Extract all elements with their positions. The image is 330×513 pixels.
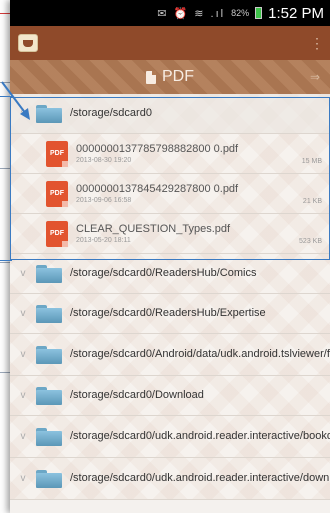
file-row[interactable]: PDF CLEAR_QUESTION_Types.pdf 2013-05-20 … <box>10 214 330 254</box>
chevron-down-icon[interactable]: v <box>10 431 36 442</box>
folder-row[interactable]: v /storage/sdcard0/Android/data/udk.andr… <box>10 334 330 376</box>
folder-icon <box>36 427 62 446</box>
pdf-file-icon: PDF <box>46 140 68 167</box>
chevron-down-icon[interactable]: v <box>10 473 36 484</box>
folder-icon <box>36 469 62 488</box>
folder-path: /storage/sdcard0/udk.android.reader.inte… <box>70 472 330 484</box>
file-date: 2013-08-30 19:20 <box>76 157 132 164</box>
file-name: 0000000137785798882800 0.pdf <box>76 143 239 155</box>
folder-row[interactable]: v /storage/sdcard0/udk.android.reader.in… <box>10 458 330 500</box>
chevron-down-icon[interactable]: v <box>10 308 36 319</box>
folder-icon <box>36 304 62 323</box>
chevron-down-icon[interactable]: v <box>10 390 36 401</box>
folder-icon <box>36 264 62 283</box>
file-date: 2013-09-06 16:58 <box>76 197 132 204</box>
battery-icon <box>255 7 263 19</box>
status-time: 1:52 PM <box>268 4 324 22</box>
status-icons: ✉ ⏰ ≋ .ıl <box>157 7 226 20</box>
background-divider <box>0 372 10 373</box>
folder-row[interactable]: v /storage/sdcard0/Download <box>10 376 330 416</box>
folder-icon <box>36 386 62 405</box>
pdf-file-icon: PDF <box>46 220 68 247</box>
category-bar: PDF ⇒ <box>10 60 330 94</box>
file-date: 2013-05-20 18:11 <box>76 237 131 244</box>
file-size: 15 MB <box>301 158 322 165</box>
folder-path: /storage/sdcard0/Android/data/udk.androi… <box>70 348 330 360</box>
folder-path: /storage/sdcard0/Download <box>70 389 204 401</box>
folder-path: /storage/sdcard0/ReadersHub/Expertise <box>70 307 266 319</box>
folder-row-expanded[interactable]: ^ /storage/sdcard0 <box>10 94 330 134</box>
file-name: 0000000137845429287800 0.pdf <box>76 183 239 195</box>
file-name: CLEAR_QUESTION_Types.pdf <box>76 223 231 235</box>
folder-path: /storage/sdcard0 <box>70 107 152 119</box>
document-icon <box>146 70 156 84</box>
overflow-menu-icon[interactable]: ⋮ <box>310 36 324 50</box>
folder-path: /storage/sdcard0/ReadersHub/Comics <box>70 267 257 279</box>
file-size: 523 KB <box>299 238 322 245</box>
file-row[interactable]: PDF 0000000137845429287800 0.pdf 2013-09… <box>10 174 330 214</box>
folder-path: /storage/sdcard0/udk.android.reader.inte… <box>70 430 330 442</box>
folder-icon <box>36 345 62 364</box>
background-divider <box>0 82 10 83</box>
folder-list: ^ /storage/sdcard0 PDF 00000001377857988… <box>10 94 330 500</box>
folder-row[interactable]: v /storage/sdcard0/ReadersHub/Comics <box>10 254 330 294</box>
file-row[interactable]: PDF 0000000137785798882800 0.pdf 2013-08… <box>10 134 330 174</box>
chevron-down-icon[interactable]: v <box>10 268 36 279</box>
action-bar: ⋮ <box>10 26 330 60</box>
forward-arrow-icon[interactable]: ⇒ <box>310 70 320 84</box>
app-logo-icon[interactable] <box>18 34 38 52</box>
status-bar: ✉ ⏰ ≋ .ıl 82% 1:52 PM <box>10 0 330 26</box>
chevron-down-icon[interactable]: v <box>10 349 36 360</box>
file-size: 21 KB <box>302 198 322 205</box>
phone-screen: ✉ ⏰ ≋ .ıl 82% 1:52 PM ⋮ PDF ⇒ ^ /storage… <box>10 0 330 513</box>
battery-percent: 82% <box>231 8 250 18</box>
background-divider <box>0 262 10 263</box>
folder-row[interactable]: v /storage/sdcard0/ReadersHub/Expertise <box>10 294 330 334</box>
category-title: PDF <box>162 68 194 85</box>
chevron-up-icon[interactable]: ^ <box>10 108 36 119</box>
pdf-file-icon: PDF <box>46 180 68 207</box>
folder-icon <box>36 104 62 123</box>
background-divider <box>0 168 10 169</box>
folder-row[interactable]: v /storage/sdcard0/udk.android.reader.in… <box>10 416 330 458</box>
